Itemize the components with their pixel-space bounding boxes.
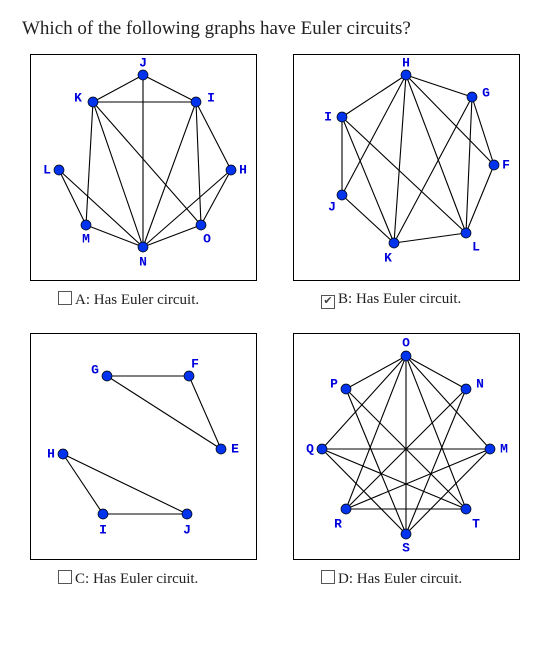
graph-b-svg xyxy=(294,55,519,280)
graph-c: GFEHIJ xyxy=(30,333,257,560)
graph-c-svg xyxy=(31,334,256,559)
checkbox-b[interactable]: ✔ xyxy=(321,295,335,309)
cell-b: HIGJFKL ✔B: Has Euler circuit. xyxy=(285,54,528,309)
option-b-text: Has Euler circuit. xyxy=(356,291,461,307)
option-b-letter: B xyxy=(338,291,348,307)
graph-d-svg xyxy=(294,334,519,559)
graph-b: HIGJFKL xyxy=(293,54,520,281)
checkbox-c[interactable] xyxy=(58,570,72,584)
question-text: Which of the following graphs have Euler… xyxy=(22,18,528,40)
option-a-letter: A xyxy=(75,292,86,308)
cell-c: GFEHIJ C: Has Euler circuit. xyxy=(22,333,265,588)
cell-d: OPNQMRTS D: Has Euler circuit. xyxy=(285,333,528,588)
option-c-text: Has Euler circuit. xyxy=(93,571,198,587)
option-a-text: Has Euler circuit. xyxy=(94,292,199,308)
cell-a: JKILHMNO A: Has Euler circuit. xyxy=(22,54,265,309)
checkbox-a[interactable] xyxy=(58,291,72,305)
checkbox-d[interactable] xyxy=(321,570,335,584)
graph-d: OPNQMRTS xyxy=(293,333,520,560)
graphs-grid: JKILHMNO A: Has Euler circuit. HIGJFKL ✔… xyxy=(22,54,528,588)
option-c-letter: C xyxy=(75,571,85,587)
graph-a-svg xyxy=(31,55,256,280)
graph-a: JKILHMNO xyxy=(30,54,257,281)
option-d-letter: D xyxy=(338,571,349,587)
option-d-text: Has Euler circuit. xyxy=(357,571,462,587)
